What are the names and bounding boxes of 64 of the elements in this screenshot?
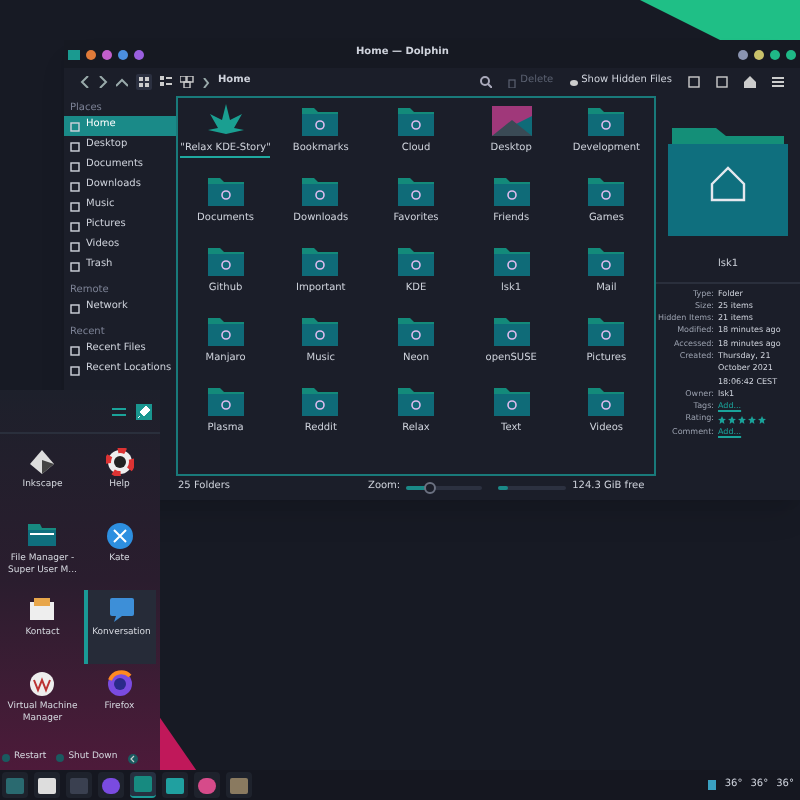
picture-icon[interactable] bbox=[491, 104, 532, 138]
taskbar-item[interactable] bbox=[34, 772, 60, 798]
folder-icon[interactable] bbox=[586, 244, 627, 278]
place-icon bbox=[70, 303, 80, 313]
star-icon[interactable] bbox=[748, 415, 756, 424]
chevron-icon[interactable] bbox=[127, 753, 138, 763]
folder-icon[interactable] bbox=[205, 244, 246, 278]
star-icon[interactable] bbox=[738, 415, 746, 424]
folder-icon[interactable] bbox=[395, 174, 436, 208]
folder-icon[interactable] bbox=[300, 104, 341, 138]
menu-icon[interactable] bbox=[772, 76, 784, 88]
folder-icon[interactable] bbox=[300, 384, 341, 418]
up-icon[interactable] bbox=[116, 77, 128, 87]
star-icon[interactable] bbox=[728, 415, 736, 424]
app-icon bbox=[107, 596, 136, 624]
app-icon bbox=[28, 596, 57, 624]
folder-icon[interactable] bbox=[395, 104, 436, 138]
eye-icon bbox=[569, 77, 578, 87]
tray-icon[interactable] bbox=[708, 780, 717, 790]
folder-icon[interactable] bbox=[491, 384, 532, 418]
app-icon bbox=[105, 522, 134, 550]
power-icon bbox=[56, 754, 65, 762]
slider-thumb[interactable] bbox=[423, 482, 436, 494]
taskbar-item[interactable] bbox=[162, 772, 188, 798]
chevron-icon bbox=[202, 77, 210, 87]
star-icon[interactable] bbox=[758, 415, 766, 424]
folder-icon[interactable] bbox=[491, 314, 532, 348]
folder-icon[interactable] bbox=[300, 244, 341, 278]
folder-icon[interactable] bbox=[586, 174, 627, 208]
restart-icon bbox=[2, 754, 10, 762]
fullscreen-icon[interactable] bbox=[688, 76, 700, 88]
folder-icon[interactable] bbox=[491, 244, 532, 278]
trash-icon bbox=[508, 77, 517, 87]
app-icon bbox=[105, 448, 134, 476]
grid-view-icon[interactable] bbox=[136, 74, 152, 90]
folder-icon[interactable] bbox=[205, 174, 246, 208]
app-icon bbox=[28, 448, 57, 476]
split-view-icon[interactable] bbox=[180, 76, 194, 88]
forward-icon[interactable] bbox=[98, 76, 108, 88]
details-view-icon[interactable] bbox=[160, 76, 172, 88]
folder-icon[interactable] bbox=[586, 314, 627, 348]
leaf-icon[interactable] bbox=[205, 104, 246, 138]
app-icon bbox=[28, 522, 57, 550]
folder-icon[interactable] bbox=[395, 314, 436, 348]
app-icon bbox=[28, 670, 57, 698]
home-folder-icon bbox=[668, 124, 788, 238]
sliders-icon[interactable] bbox=[112, 405, 126, 417]
folder-icon[interactable] bbox=[300, 174, 341, 208]
pin-icon[interactable] bbox=[136, 403, 152, 419]
folder-icon[interactable] bbox=[395, 384, 436, 418]
back-icon[interactable] bbox=[80, 76, 90, 88]
folder-icon[interactable] bbox=[205, 314, 246, 348]
search-icon[interactable] bbox=[480, 76, 493, 88]
folder-icon[interactable] bbox=[395, 244, 436, 278]
folder-icon[interactable] bbox=[491, 174, 532, 208]
folder-icon[interactable] bbox=[586, 104, 627, 138]
folder-icon[interactable] bbox=[586, 384, 627, 418]
folder-icon[interactable] bbox=[300, 314, 341, 348]
folder-icon[interactable] bbox=[205, 384, 246, 418]
app-icon bbox=[105, 670, 134, 698]
panel-icon[interactable] bbox=[716, 76, 728, 88]
app-icon bbox=[68, 49, 80, 59]
star-icon[interactable] bbox=[718, 415, 726, 424]
home-icon[interactable] bbox=[744, 76, 756, 88]
